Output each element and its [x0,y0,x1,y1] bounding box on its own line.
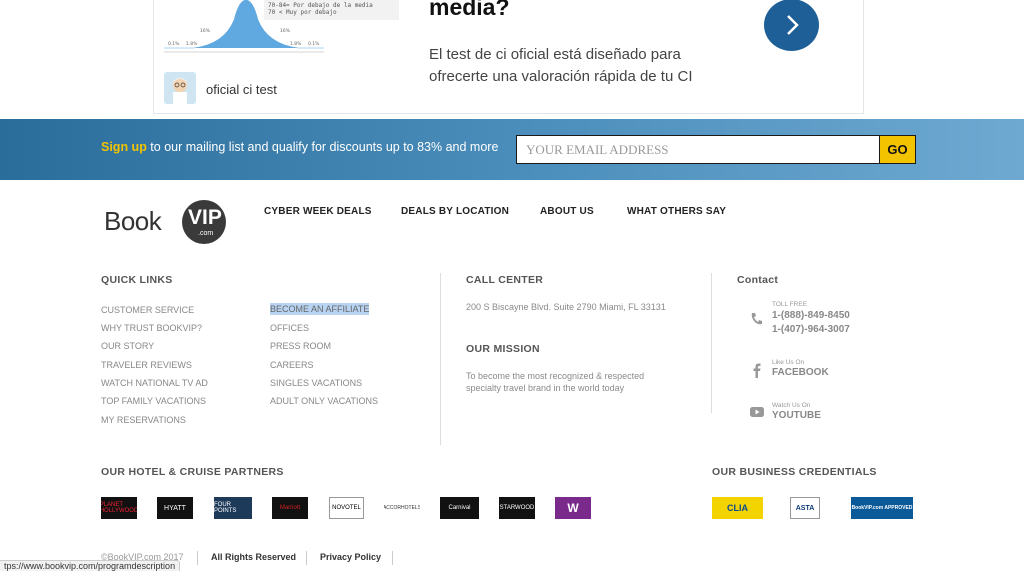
nav-about-us[interactable]: ABOUT US [540,206,594,217]
partners-heading: OUR HOTEL & CRUISE PARTNERS [101,466,284,478]
footer-separator [197,551,198,565]
mission-heading: OUR MISSION [466,343,540,355]
nav-what-others-say[interactable]: WHAT OTHERS SAY [627,206,726,217]
facebook-link[interactable]: FACEBOOK [772,366,829,380]
bookvip-logo[interactable]: Book VIP .com [104,200,229,244]
column-divider [440,273,441,445]
go-button[interactable]: GO [879,135,916,164]
partner-logo: FOUR POINTS [214,497,252,519]
nav-deals-by-location[interactable]: DEALS BY LOCATION [401,206,509,217]
partner-logo: NOVOTEL [329,497,364,519]
contact-heading: Contact [737,274,779,286]
partner-logo: Carnival [440,497,479,519]
youtube-icon[interactable] [749,404,765,420]
phone-number-1[interactable]: 1-(888)-849-8450 [772,309,850,323]
link-why-trust[interactable]: WHY TRUST BOOKVIP? [101,323,202,333]
chart-legend-line: 70-84= Por debajo de la media [268,2,373,9]
signup-link[interactable]: Sign up [101,140,147,154]
link-traveler-reviews[interactable]: TRAVELER REVIEWS [101,360,192,370]
mission-text: To become the most recognized & respecte… [466,371,645,393]
link-my-reservations[interactable]: MY RESERVATIONS [101,415,186,425]
footer-separator [306,551,307,565]
address: 200 S Biscayne Blvd. Suite 2790 Miami, F… [466,302,666,312]
partner-logo: PLANET HOLLYWOOD [101,497,137,519]
ad-source[interactable]: oficial ci test [206,82,277,97]
toll-free-label: TOLL FREE [772,301,808,308]
privacy-policy-link[interactable]: Privacy Policy [320,552,381,562]
phone-number-2[interactable]: 1-(407)-964-3007 [772,323,850,337]
browser-status-bar: tps://www.bookvip.com/programdescription [0,560,181,571]
ad-avatar [164,72,196,104]
call-center-heading: CALL CENTER [466,274,544,286]
link-press-room[interactable]: PRESS ROOM [270,341,331,351]
chart-legend: 70-84= Por debajo de la media 70 < Muy p… [264,0,399,20]
link-careers[interactable]: CAREERS [270,360,314,370]
chart-pct-label: 1.8% [186,41,198,47]
chart-pct-label: 16% [200,28,211,34]
logo-book: Book [104,206,162,236]
link-watch-tv-ad[interactable]: WATCH NATIONAL TV AD [101,378,208,388]
quick-links-heading: QUICK LINKS [101,274,173,286]
link-become-affiliate[interactable]: BECOME AN AFFILIATE [270,303,370,315]
link-top-family-vacations[interactable]: TOP FAMILY VACATIONS [101,396,206,406]
page: 0.1% 1.8% 16% 16% 1.8% 0.1% 70-84= Por d… [0,0,1024,571]
signup-text: Sign up to our mailing list and qualify … [101,140,498,154]
link-our-story[interactable]: OUR STORY [101,341,154,351]
ad-headline[interactable]: media? [429,0,510,21]
ad-card[interactable]: 0.1% 1.8% 16% 16% 1.8% 0.1% 70-84= Por d… [153,0,864,114]
link-customer-service[interactable]: CUSTOMER SERVICE [101,305,194,315]
footer-separator [392,551,393,565]
chart-pct-label: 0.1% [308,41,320,47]
signup-description: to our mailing list and qualify for disc… [146,140,499,154]
partner-logo: HYATT [157,497,193,519]
partner-logo: STARWOOD [499,497,535,519]
partner-logo: W [555,497,591,519]
ad-body[interactable]: El test de ci oficial está diseñado para… [429,44,729,88]
credentials-heading: OUR BUSINESS CREDENTIALS [712,466,877,478]
email-input[interactable]: YOUR EMAIL ADDRESS [516,135,880,164]
column-divider [711,273,712,413]
all-rights-reserved: All Rights Reserved [211,552,297,562]
chevron-right-icon [786,15,799,35]
youtube-link[interactable]: YOUTUBE [772,409,821,423]
signup-banner: Sign up to our mailing list and qualify … [0,119,1024,180]
chart-pct-label: 1.8% [290,41,302,47]
credential-logo: ASTA [790,497,820,519]
facebook-icon[interactable] [749,362,765,378]
link-offices[interactable]: OFFICES [270,323,309,333]
credential-logo: BookVIP.com APPROVED [851,497,913,519]
ad-arrow-button[interactable] [764,0,819,51]
partner-logo: ACCORHOTELS [384,497,420,519]
youtube-label: Watch Us On [772,402,811,409]
phone-icon [751,313,762,325]
chart-pct-label: 0.1% [168,41,180,47]
link-adult-only-vacations[interactable]: ADULT ONLY VACATIONS [270,396,378,406]
credential-logo: CLIA [712,497,763,519]
logo-com: .com [198,230,214,237]
chart-legend-line: 70 < Muy por debajo [268,9,337,16]
logo-vip: VIP [188,206,222,229]
facebook-label: Like Us On [772,359,805,366]
partner-logo: Marriott [272,497,308,519]
nav-cyber-week-deals[interactable]: CYBER WEEK DEALS [264,206,372,217]
chart-pct-label: 16% [280,28,291,34]
link-singles-vacations[interactable]: SINGLES VACATIONS [270,378,362,388]
